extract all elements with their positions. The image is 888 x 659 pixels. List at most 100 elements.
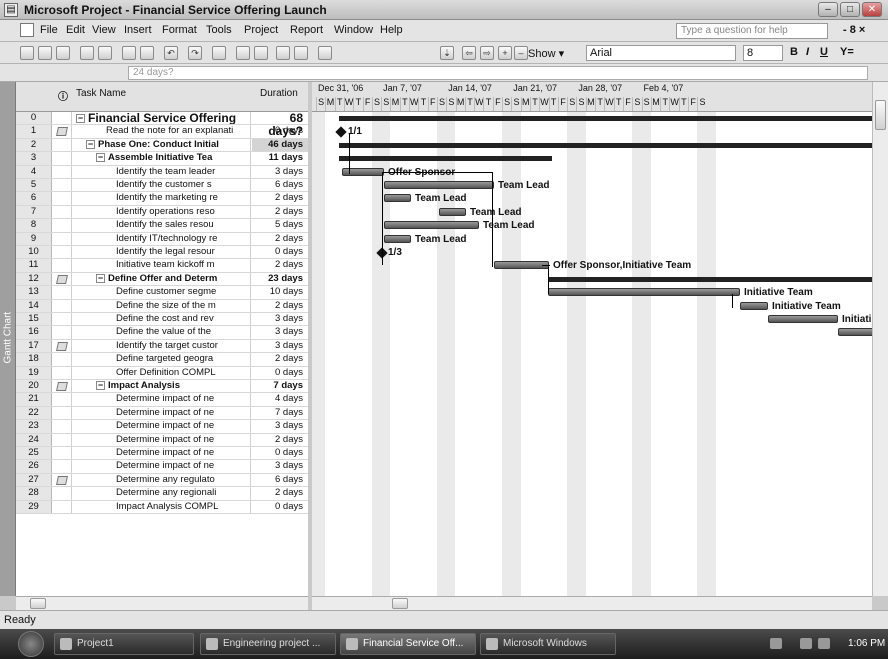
cut-icon[interactable] <box>122 46 136 60</box>
taskbar-financial-service[interactable]: Financial Service Off... <box>340 633 476 655</box>
task-info-icon[interactable] <box>294 46 308 60</box>
duration-cell[interactable]: 0 days <box>252 246 308 258</box>
row-id[interactable]: 26 <box>16 460 52 473</box>
task-bar[interactable] <box>768 315 838 323</box>
close-button[interactable]: ✕ <box>862 2 882 17</box>
duration-cell[interactable]: 6 days <box>252 179 308 191</box>
table-row[interactable]: 22 Determine impact of ne 7 days <box>16 406 308 421</box>
table-row[interactable]: 18 Define targeted geogra 2 days <box>16 353 308 367</box>
duration-cell[interactable]: 3 days <box>252 313 308 325</box>
row-id[interactable]: 28 <box>16 487 52 500</box>
task-name-cell[interactable]: Identify IT/technology re <box>73 232 251 245</box>
row-id[interactable]: 11 <box>16 259 52 272</box>
indicator-header-icon[interactable]: ⓘ <box>58 88 68 103</box>
task-name-cell[interactable]: Determine impact of ne <box>73 447 251 460</box>
row-id[interactable]: 9 <box>16 232 52 245</box>
duration-cell[interactable]: 3 days <box>252 166 308 178</box>
table-row[interactable]: 6 Identify the marketing re 2 days <box>16 192 308 206</box>
font-size-select[interactable]: 8 <box>743 45 783 61</box>
note-icon[interactable] <box>56 475 68 485</box>
duration-cell[interactable]: 2 days <box>252 487 308 499</box>
undo-icon[interactable]: ↶ <box>164 46 178 60</box>
row-id[interactable]: 1 <box>16 125 52 138</box>
row-id[interactable]: 12 <box>16 272 52 286</box>
taskbar-engineering-project[interactable]: Engineering project ... <box>200 633 336 655</box>
task-name-cell[interactable]: Determine impact of ne <box>73 393 251 406</box>
indent-icon[interactable]: ⇦ <box>462 46 476 60</box>
row-id[interactable]: 16 <box>16 326 52 339</box>
maximize-button[interactable]: □ <box>840 2 860 17</box>
task-bar[interactable] <box>384 181 494 189</box>
table-row[interactable]: 29 Impact Analysis COMPL 0 days <box>16 500 308 514</box>
menu-insert[interactable]: Insert <box>124 24 152 36</box>
table-row[interactable]: 24 Determine impact of ne 2 days <box>16 433 308 447</box>
row-id[interactable]: 13 <box>16 286 52 299</box>
view-bar[interactable]: Gantt Chart <box>0 82 16 596</box>
table-row[interactable]: 7 Identify operations reso 2 days <box>16 205 308 220</box>
row-id[interactable]: 29 <box>16 500 52 513</box>
note-icon[interactable] <box>56 382 68 391</box>
gantt-scroll-thumb[interactable] <box>392 598 408 609</box>
duration-cell[interactable]: 3 days <box>252 340 308 352</box>
italic-button[interactable]: I <box>806 46 809 58</box>
table-row[interactable]: 8 Identify the sales resou 5 days <box>16 219 308 233</box>
milestone-marker[interactable] <box>335 126 347 139</box>
task-name-cell[interactable]: Determine impact of ne <box>73 406 251 420</box>
duration-cell[interactable]: 3 days <box>252 420 308 432</box>
hyperlink-icon[interactable] <box>212 46 226 60</box>
task-bar[interactable] <box>384 234 411 243</box>
row-id[interactable]: 27 <box>16 473 52 487</box>
table-row[interactable]: 13 Define customer segme 10 days <box>16 286 308 300</box>
menu-tools[interactable]: Tools <box>206 24 232 36</box>
note-icon[interactable] <box>56 127 68 137</box>
row-id[interactable]: 8 <box>16 219 52 232</box>
table-row[interactable]: 25 Determine impact of ne 0 days <box>16 447 308 461</box>
menu-report[interactable]: Report <box>290 24 323 36</box>
task-name-cell[interactable]: Initiative team kickoff m <box>73 259 251 272</box>
table-horizontal-scrollbar[interactable] <box>16 596 308 610</box>
print-icon[interactable] <box>80 46 94 60</box>
table-row[interactable]: 11 Initiative team kickoff m 2 days <box>16 259 308 273</box>
table-row[interactable]: 19 Offer Definition COMPL 0 days <box>16 366 308 380</box>
task-name-cell[interactable]: Define the size of the m <box>73 299 251 312</box>
table-row[interactable]: 9 Identify IT/technology re 2 days <box>16 232 308 246</box>
scroll-to-task-icon[interactable]: ⇣ <box>440 46 454 60</box>
task-bar[interactable] <box>548 288 740 297</box>
task-name-cell[interactable]: Identify the legal resour <box>73 246 251 259</box>
task-name-cell[interactable]: Determine impact of ne <box>73 433 251 446</box>
duration-cell[interactable]: 68 days? <box>252 112 308 137</box>
open-icon[interactable] <box>38 46 52 60</box>
duration-cell[interactable]: 2 days <box>252 233 308 245</box>
collapse-icon[interactable]: − <box>86 139 95 149</box>
duration-cell[interactable]: 4 days <box>252 393 308 405</box>
outdent-icon[interactable]: ⇨ <box>480 46 494 60</box>
duration-cell[interactable]: 2 days <box>252 192 308 204</box>
task-bar[interactable] <box>439 207 466 216</box>
summary-bar[interactable] <box>548 276 872 282</box>
collapse-icon[interactable]: − <box>96 153 105 163</box>
duration-cell[interactable]: 0 days <box>252 501 308 513</box>
row-id[interactable]: 23 <box>16 420 52 433</box>
duration-cell[interactable]: 2 days <box>252 259 308 271</box>
table-row[interactable]: 12− Define Offer and Determ 23 days <box>16 272 308 287</box>
header-duration[interactable]: Duration <box>260 88 298 99</box>
summary-bar[interactable] <box>339 142 872 148</box>
menu-window[interactable]: Window <box>334 24 373 36</box>
task-name-cell[interactable]: − Assemble Initiative Tea <box>73 152 251 165</box>
task-name-cell[interactable]: Impact Analysis COMPL <box>73 500 251 513</box>
project-app-icon[interactable]: ▤ <box>4 3 18 17</box>
document-window-controls[interactable]: - 8 × <box>843 24 865 36</box>
table-row[interactable]: 10 Identify the legal resour 0 days <box>16 246 308 260</box>
task-name-cell[interactable]: Determine impact of ne <box>73 420 251 433</box>
duration-cell[interactable]: 7 days <box>252 380 308 392</box>
group-icon[interactable] <box>318 46 332 60</box>
row-id[interactable]: 25 <box>16 447 52 460</box>
collapse-icon[interactable]: − <box>76 114 85 124</box>
row-id[interactable]: 7 <box>16 205 52 219</box>
duration-cell[interactable]: 6 days <box>252 474 308 486</box>
row-id[interactable]: 4 <box>16 165 52 178</box>
save-icon[interactable] <box>56 46 70 60</box>
table-row[interactable]: 21 Determine impact of ne 4 days <box>16 393 308 407</box>
hide-subtasks-icon[interactable]: – <box>514 46 528 60</box>
duration-cell[interactable]: 3 days <box>252 326 308 338</box>
